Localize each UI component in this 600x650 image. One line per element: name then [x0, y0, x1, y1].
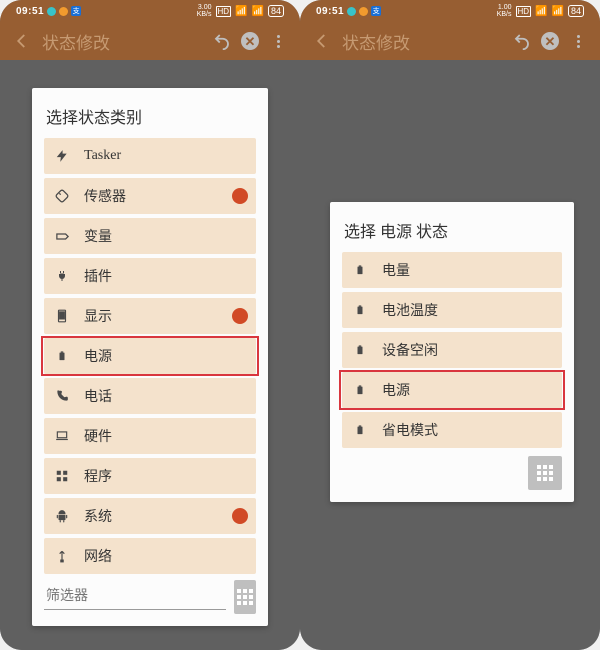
- list-item[interactable]: 电量: [342, 252, 562, 288]
- list-item-label: 变量: [84, 226, 112, 246]
- battery-icon: [350, 382, 370, 398]
- list-item[interactable]: 插件: [44, 258, 256, 294]
- signal-icon: [52, 549, 72, 563]
- undo-button[interactable]: [208, 27, 236, 55]
- toolbar-title: 状态修改: [42, 29, 110, 54]
- list-item[interactable]: 电源: [44, 338, 256, 374]
- list-item-label: 程序: [84, 466, 112, 486]
- status-time: 09:51: [16, 6, 44, 17]
- status-dot-2: [59, 7, 68, 16]
- list-item-label: 设备空闲: [382, 340, 438, 360]
- signal-icon: 📶: [235, 6, 247, 17]
- list-item-label: 插件: [84, 266, 112, 286]
- android-icon: [52, 509, 72, 523]
- grid-toggle-button[interactable]: [528, 456, 562, 490]
- toolbar-title: 状态修改: [342, 29, 410, 54]
- list-item[interactable]: 网络: [44, 538, 256, 574]
- signal-icon: 📶: [535, 6, 547, 17]
- list-item-label: 硬件: [84, 426, 112, 446]
- alert-badge: [232, 188, 248, 204]
- battery-icon: [350, 302, 370, 318]
- toolbar: 状态修改 ✕: [300, 22, 600, 60]
- power-panel: 选择 电源 状态 电量电池温度设备空闲电源省电模式: [330, 202, 574, 502]
- phone-left: 09:51 支 3.00 KB/s HD 📶 📶 84 状态修改 ✕: [0, 0, 300, 650]
- battery-icon: 84: [268, 5, 284, 17]
- phone-icon: [52, 389, 72, 403]
- plug-icon: [52, 269, 72, 283]
- panel-title: 选择状态类别: [46, 104, 256, 128]
- status-dot-2: [359, 7, 368, 16]
- bolt-icon: [52, 149, 72, 163]
- tag-icon: [52, 229, 72, 244]
- list-item-label: 显示: [84, 306, 112, 326]
- list-item[interactable]: 系统: [44, 498, 256, 534]
- status-dot-1: [47, 7, 56, 16]
- list-item-label: 电话: [84, 386, 112, 406]
- status-hd: HD: [216, 6, 232, 17]
- list-item[interactable]: 电池温度: [342, 292, 562, 328]
- filter-input[interactable]: [44, 585, 226, 610]
- phone-right: 09:51 支 1.00 KB/s HD 📶 📶 84 状态修改 ✕: [300, 0, 600, 650]
- close-button[interactable]: ✕: [536, 27, 564, 55]
- list-item[interactable]: 设备空闲: [342, 332, 562, 368]
- status-time: 09:51: [316, 6, 344, 17]
- battery-icon: [350, 262, 370, 278]
- list-item-label: 电池温度: [382, 300, 438, 320]
- alert-badge: [232, 308, 248, 324]
- list-item[interactable]: Tasker: [44, 138, 256, 174]
- overflow-button[interactable]: [264, 27, 292, 55]
- laptop-icon: [52, 429, 72, 443]
- close-button[interactable]: ✕: [236, 27, 264, 55]
- list-item[interactable]: 省电模式: [342, 412, 562, 448]
- panel-title: 选择 电源 状态: [344, 218, 562, 242]
- list-item-label: 网络: [84, 546, 112, 566]
- toolbar: 状态修改 ✕: [0, 22, 300, 60]
- list-item[interactable]: 传感器: [44, 178, 256, 214]
- undo-button[interactable]: [508, 27, 536, 55]
- signal-icon-2: 📶: [552, 6, 564, 17]
- list-item-label: 传感器: [84, 186, 126, 206]
- category-panel: 选择状态类别 Tasker 传感器变量插件显示电源电话硬件程序系统网络: [32, 88, 268, 626]
- power-list: 电量电池温度设备空闲电源省电模式: [342, 252, 562, 448]
- list-item-label: 电量: [382, 260, 410, 280]
- status-hd: HD: [516, 6, 532, 17]
- rotate-icon: [52, 188, 72, 204]
- status-dot-1: [347, 7, 356, 16]
- content-area: 选择 电源 状态 电量电池温度设备空闲电源省电模式: [300, 60, 600, 650]
- status-bar: 09:51 支 3.00 KB/s HD 📶 📶 84: [0, 0, 300, 22]
- content-area: 选择状态类别 Tasker 传感器变量插件显示电源电话硬件程序系统网络: [0, 60, 300, 650]
- battery-icon: 84: [568, 5, 584, 17]
- battery-icon: [350, 422, 370, 438]
- battery-icon: [350, 342, 370, 358]
- overflow-button[interactable]: [564, 27, 592, 55]
- list-item[interactable]: 显示: [44, 298, 256, 334]
- status-speed: 3.00 KB/s: [197, 4, 212, 18]
- category-list: Tasker 传感器变量插件显示电源电话硬件程序系统网络: [44, 138, 256, 574]
- list-item[interactable]: 变量: [44, 218, 256, 254]
- list-item[interactable]: 程序: [44, 458, 256, 494]
- list-item-label: Tasker: [84, 148, 121, 164]
- list-item[interactable]: 硬件: [44, 418, 256, 454]
- modules-icon: [52, 469, 72, 483]
- battery-icon: [52, 348, 72, 364]
- back-button[interactable]: [308, 27, 336, 55]
- back-button[interactable]: [8, 27, 36, 55]
- list-item-label: 电源: [84, 346, 112, 366]
- grid-toggle-button[interactable]: [234, 580, 256, 614]
- list-item-label: 系统: [84, 506, 112, 526]
- status-bar: 09:51 支 1.00 KB/s HD 📶 📶 84: [300, 0, 600, 22]
- list-item[interactable]: 电话: [44, 378, 256, 414]
- list-item-label: 电源: [382, 380, 410, 400]
- list-item-label: 省电模式: [382, 420, 438, 440]
- alert-badge: [232, 508, 248, 524]
- display-icon: [52, 308, 72, 324]
- status-speed: 1.00 KB/s: [497, 4, 512, 18]
- list-item[interactable]: 电源: [342, 372, 562, 408]
- signal-icon-2: 📶: [252, 6, 264, 17]
